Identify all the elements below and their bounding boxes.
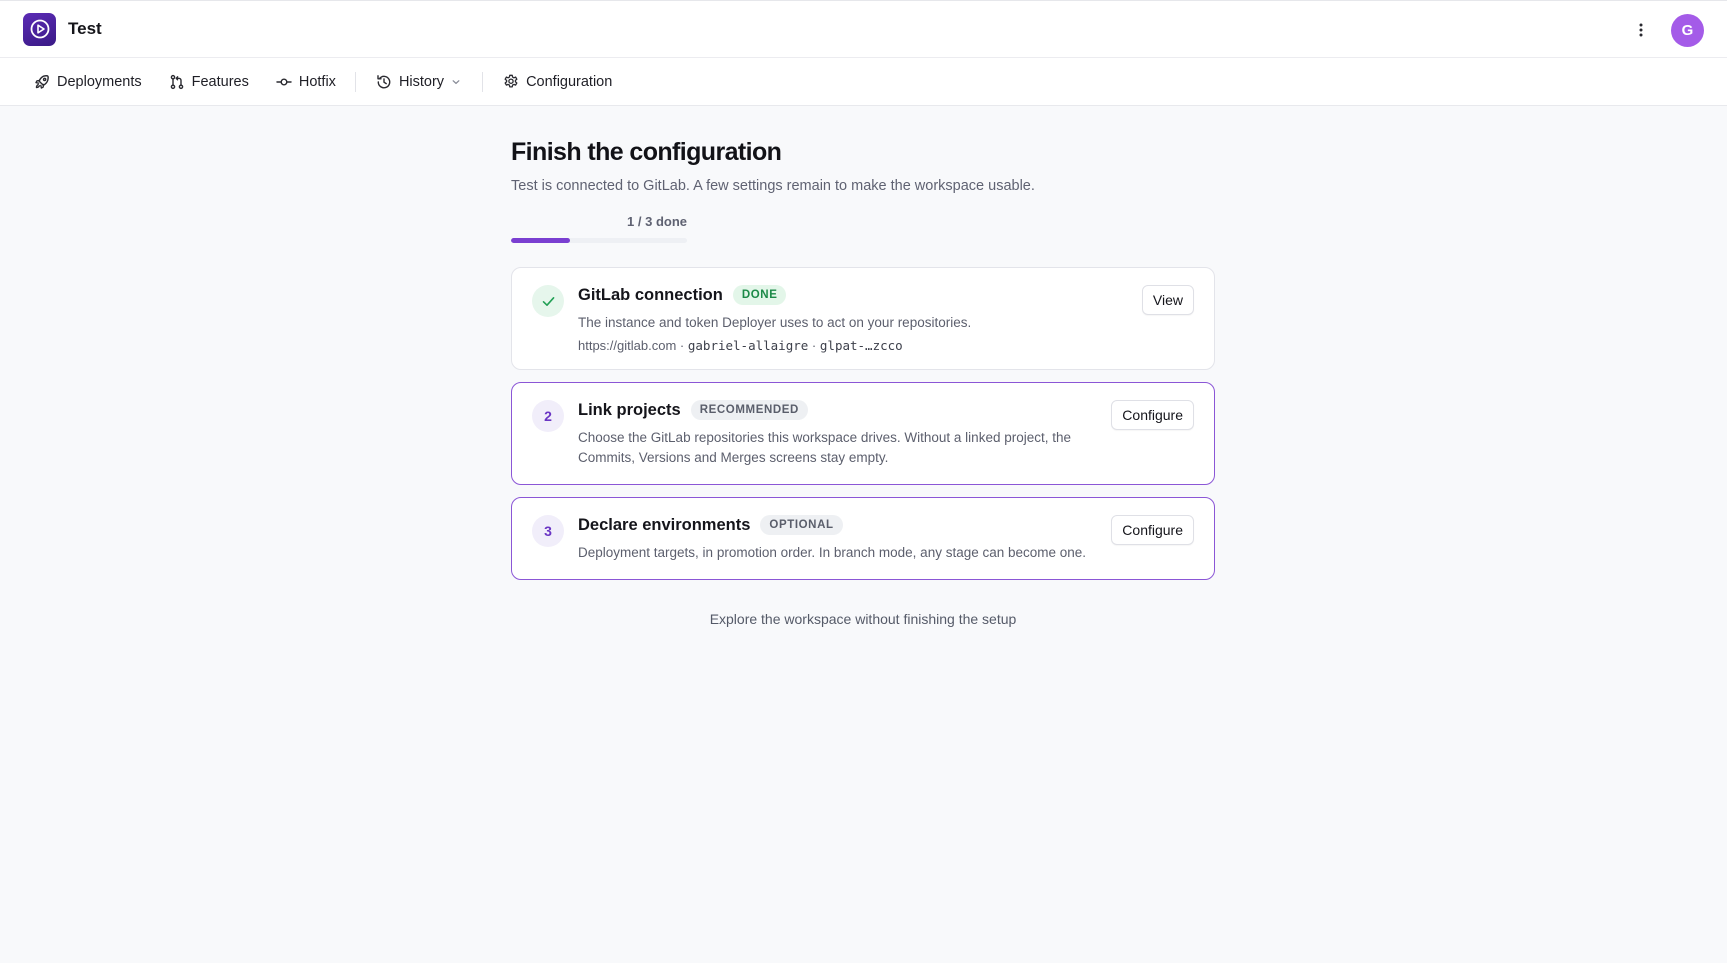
nav-item-configuration[interactable]: Configuration [503,58,612,106]
gitlab-username: gabriel-allaigre [687,338,809,353]
top-bar: Test G [0,0,1727,58]
step-description: The instance and token Deployer uses to … [578,315,972,330]
step-number: 3 [532,515,564,547]
setup-panel: Finish the configuration Test is connect… [511,138,1215,627]
meta-separator: · [811,338,817,353]
nav-item-deployments[interactable]: Deployments [34,58,142,106]
nav-divider [482,71,484,92]
nav-item-features[interactable]: Features [169,58,249,106]
history-icon [377,74,391,88]
step-card-declare-environments: 3 Declare environments OPTIONAL Deployme… [511,497,1215,580]
nav-label-history: History [398,73,445,90]
page-title: Finish the configuration [511,138,782,166]
view-button[interactable]: View [1141,285,1194,315]
app-logo[interactable] [23,12,56,46]
step-description: Deployment targets, in promotion order. … [578,545,1087,560]
nav-label-configuration: Configuration [526,73,613,90]
nav-divider [354,71,356,92]
configure-button[interactable]: Configure [1111,400,1194,430]
user-avatar[interactable]: G [1671,13,1704,47]
configure-button[interactable]: Configure [1111,515,1194,545]
step-title: Link projects [578,400,681,419]
kebab-menu-icon [1639,23,1643,37]
meta-separator: · [679,338,685,353]
main-nav: Deployments Features Hotfix History Conf… [0,58,1727,106]
git-pull-request-icon [170,74,183,89]
git-commit-icon [276,77,292,85]
connection-details: https://gitlab.com · gabriel-allaigre · … [578,338,1194,353]
status-badge: DONE [732,285,787,305]
explore-workspace-link[interactable]: Explore the workspace without finishing … [511,611,1215,627]
progress-fill [511,238,570,243]
gear-icon [504,74,518,88]
nav-label-features: Features [191,73,249,90]
nav-item-hotfix[interactable]: Hotfix [276,58,336,106]
progress-track [511,238,687,243]
play-icon [30,19,49,39]
status-badge: RECOMMENDED [690,400,808,420]
rocket-icon [35,74,49,89]
step-card-link-projects: 2 Link projects RECOMMENDED Choose the G… [511,382,1215,485]
setup-progress: 1 / 3 done [511,214,687,243]
nav-label-hotfix: Hotfix [298,73,336,90]
more-options-button[interactable] [1631,15,1651,45]
step-title: Declare environments [578,515,751,534]
check-icon [542,296,554,306]
nav-item-history[interactable]: History [376,58,461,106]
progress-label: 1 / 3 done [627,214,687,229]
gitlab-token: glpat-…zcco [819,338,903,353]
chevron-down-icon [452,79,460,84]
step-title: GitLab connection [578,285,723,304]
nav-label-deployments: Deployments [57,73,142,90]
status-badge: OPTIONAL [760,515,843,535]
setup-steps: GitLab connection DONE The instance and … [511,267,1215,580]
page-subtitle: Test is connected to GitLab. A few setti… [511,178,1035,194]
gitlab-url: https://gitlab.com [578,338,677,353]
step-number: 2 [532,400,564,432]
step-card-gitlab-connection: GitLab connection DONE The instance and … [511,267,1215,370]
avatar-initial: G [1681,21,1694,39]
step-description: Choose the GitLab repositories this work… [578,430,1071,465]
step-done-marker [532,285,564,317]
app-title: Test [68,19,102,38]
